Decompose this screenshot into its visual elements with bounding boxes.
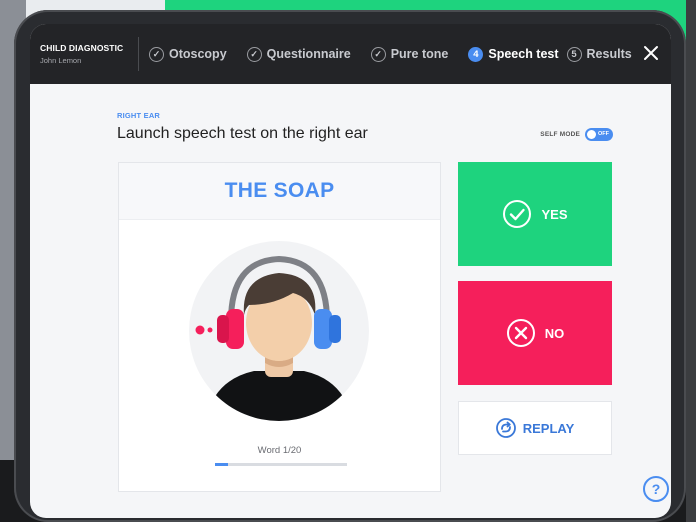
check-circle-icon [503,200,532,228]
yes-button[interactable]: YES [458,162,612,266]
brand-block: CHILD DIAGNOSTIC John Lemon [30,43,130,65]
step-label: Questionnaire [266,47,351,61]
step-number-badge: 5 [566,46,582,62]
toggle-state-text: OFF [598,131,609,137]
close-icon [644,46,658,60]
self-mode-control: SELF MODE OFF [540,128,613,141]
x-circle-icon [506,319,535,347]
tablet-frame: CHILD DIAGNOSTIC John Lemon ✓ Otoscopy ✓… [14,10,686,522]
check-circle-icon: ✓ [246,46,262,62]
help-icon: ? [651,481,661,497]
self-mode-toggle[interactable]: OFF [585,128,613,141]
step-label: Otoscopy [169,47,227,61]
word-card: THE SOAP Word 1/20 [118,162,441,492]
step-label: Results [586,47,632,61]
test-word: THE SOAP [224,179,335,202]
toggle-knob [587,130,596,139]
replay-label: REPLAY [522,420,575,436]
check-circle-icon: ✓ [370,46,386,62]
word-card-header: THE SOAP [119,163,440,220]
no-label: NO [544,325,565,341]
help-button[interactable]: ? [643,476,669,502]
step-otoscopy[interactable]: ✓ Otoscopy [149,46,227,62]
step-pure-tone[interactable]: ✓ Pure tone [370,46,449,62]
ear-label: RIGHT EAR [117,111,161,120]
word-progress-bar [215,463,347,466]
step-label: Pure tone [390,47,449,61]
no-button[interactable]: NO [458,281,612,385]
top-navigation-bar: CHILD DIAGNOSTIC John Lemon ✓ Otoscopy ✓… [30,24,671,84]
check-circle-icon: ✓ [149,46,164,62]
listener-avatar-illustration [189,241,369,421]
topbar-divider [138,37,139,71]
word-counter: Word 1/20 [257,445,302,456]
word-progress-fill [215,463,229,466]
user-name: John Lemon [40,56,82,65]
step-speech-test[interactable]: 4 Speech test [468,46,559,62]
page-title: Launch speech test on the right ear [117,125,368,142]
yes-label: YES [541,206,568,222]
brand-title: CHILD DIAGNOSTIC [40,43,124,53]
background-right-edge [686,0,696,522]
close-button[interactable] [639,41,663,65]
step-results[interactable]: 5 Results [566,46,632,62]
replay-icon [495,418,516,438]
step-questionnaire[interactable]: ✓ Questionnaire [246,46,351,62]
step-label: Speech test [488,47,559,61]
self-mode-label: SELF MODE [540,131,580,138]
replay-button[interactable]: REPLAY [458,401,612,455]
app-screen: CHILD DIAGNOSTIC John Lemon ✓ Otoscopy ✓… [30,24,671,518]
step-number-badge: 4 [468,46,484,62]
